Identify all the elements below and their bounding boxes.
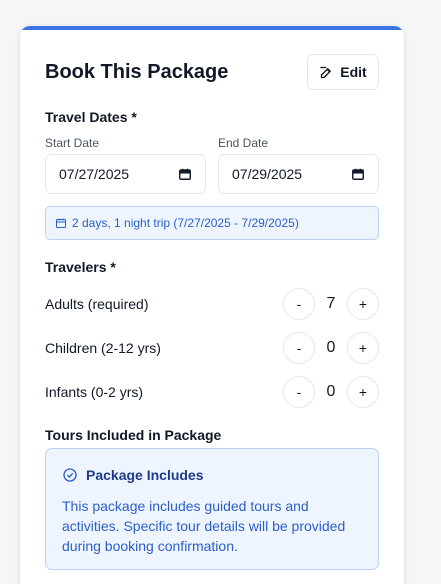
- booking-card: Book This Package Edit Travel Dates * St…: [20, 26, 404, 584]
- edit-button-label: Edit: [340, 64, 367, 80]
- adults-label: Adults (required): [45, 296, 149, 312]
- infants-label: Infants (0-2 yrs): [45, 384, 144, 400]
- end-date-label: End Date: [218, 136, 269, 150]
- travelers-heading: Travelers *: [45, 259, 116, 275]
- adults-count: 7: [326, 295, 336, 312]
- end-date-value: 07/29/2025: [232, 166, 303, 182]
- page-title: Book This Package: [45, 60, 229, 83]
- edit-icon: [320, 66, 332, 78]
- card-accent-bar: [20, 26, 404, 30]
- start-date-label: Start Date: [45, 136, 100, 150]
- children-label: Children (2-12 yrs): [45, 340, 161, 356]
- start-date-input[interactable]: 07/27/2025: [45, 154, 206, 194]
- infants-count: 0: [326, 383, 336, 400]
- calendar-icon: [56, 218, 66, 228]
- children-row: Children (2-12 yrs) - 0 +: [45, 332, 379, 364]
- infants-decrement-button[interactable]: -: [283, 376, 315, 408]
- adults-stepper: - 7 +: [283, 288, 379, 320]
- adults-decrement-button[interactable]: -: [283, 288, 315, 320]
- package-includes-box: Package Includes This package includes g…: [45, 448, 379, 570]
- children-decrement-button[interactable]: -: [283, 332, 315, 364]
- calendar-icon[interactable]: [351, 167, 365, 181]
- adults-increment-button[interactable]: +: [347, 288, 379, 320]
- infants-stepper: - 0 +: [283, 376, 379, 408]
- children-count: 0: [326, 339, 336, 356]
- package-includes-header: Package Includes: [62, 467, 362, 483]
- infants-increment-button[interactable]: +: [347, 376, 379, 408]
- children-increment-button[interactable]: +: [347, 332, 379, 364]
- adults-row: Adults (required) - 7 +: [45, 288, 379, 320]
- trip-duration-note: 2 days, 1 night trip (7/27/2025 - 7/29/2…: [45, 206, 379, 240]
- package-includes-title: Package Includes: [86, 467, 204, 483]
- infants-row: Infants (0-2 yrs) - 0 +: [45, 376, 379, 408]
- tours-heading: Tours Included in Package: [45, 427, 222, 443]
- travel-dates-heading: Travel Dates *: [45, 109, 137, 125]
- check-circle-icon: [63, 468, 77, 482]
- children-stepper: - 0 +: [283, 332, 379, 364]
- end-date-input[interactable]: 07/29/2025: [218, 154, 379, 194]
- start-date-value: 07/27/2025: [59, 166, 130, 182]
- package-includes-text: This package includes guided tours and a…: [62, 498, 346, 554]
- trip-duration-text: 2 days, 1 night trip (7/27/2025 - 7/29/2…: [72, 216, 299, 230]
- card-header: Book This Package Edit: [45, 54, 379, 90]
- calendar-icon[interactable]: [178, 167, 192, 181]
- edit-button[interactable]: Edit: [307, 54, 379, 90]
